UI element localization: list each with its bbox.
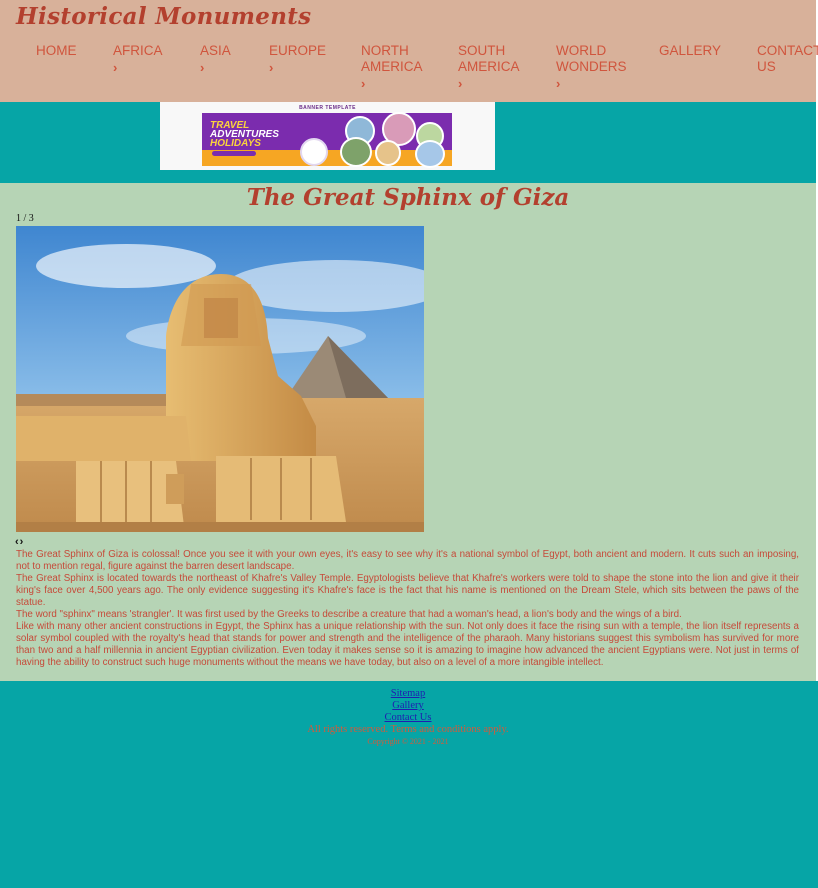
- article-paragraph: The word "sphinx" means 'strangler'. It …: [16, 609, 682, 620]
- nav-contact-us[interactable]: CONTACT US: [757, 43, 818, 75]
- nav-africa[interactable]: AFRICA ›: [113, 43, 163, 76]
- sphinx-photo: [16, 226, 424, 532]
- article-paragraph: The Great Sphinx of Giza is colossal! On…: [16, 549, 799, 572]
- footer-copyright: Copyright © 2021 - 2021: [367, 737, 449, 746]
- nav-south-america[interactable]: SOUTH AMERICA ›: [458, 43, 528, 92]
- banner-tag: BANNER TEMPLATE: [299, 105, 356, 111]
- nav-gallery[interactable]: GALLERY: [659, 43, 721, 59]
- next-slide-button[interactable]: ›: [20, 536, 25, 548]
- nav-europe-label: EUROPE: [269, 43, 327, 58]
- chevron-right-icon: ›: [200, 60, 205, 75]
- banner-photo-circle: [375, 140, 401, 166]
- ad-band: BANNER TEMPLATE TRAVEL ADVENTURES HOLIDA…: [0, 102, 818, 183]
- nav-africa-label: AFRICA: [113, 43, 163, 58]
- banner-cta-pill: [212, 151, 256, 156]
- banner-booking-circle: [300, 138, 328, 166]
- site-logo[interactable]: Historical Monuments: [16, 3, 311, 30]
- site-footer: Sitemap Gallery Contact Us All rights re…: [0, 688, 816, 748]
- nav-contact-us-label: CONTACT US: [757, 43, 818, 74]
- article-paragraph: Like with many other ancient constructio…: [16, 621, 799, 668]
- article-paragraph: The Great Sphinx is located towards the …: [16, 573, 799, 608]
- page-title: The Great Sphinx of Giza: [246, 184, 570, 211]
- chevron-right-icon: ›: [113, 60, 118, 75]
- footer-sitemap-link[interactable]: Sitemap: [0, 688, 816, 700]
- footer-gallery-link[interactable]: Gallery: [0, 700, 816, 712]
- nav-world-wonders[interactable]: WORLD WONDERS ›: [556, 43, 627, 92]
- slide-controls: ‹›: [15, 536, 24, 548]
- chevron-right-icon: ›: [458, 76, 463, 91]
- banner-photo-circle: [415, 140, 445, 168]
- nav-asia[interactable]: ASIA ›: [200, 43, 231, 76]
- nav-gallery-label: GALLERY: [659, 43, 722, 58]
- nav-world-wonders-label: WORLD WONDERS: [556, 43, 627, 74]
- nav-south-america-label: SOUTH AMERICA: [458, 43, 520, 74]
- nav-north-america[interactable]: NORTH AMERICA ›: [361, 43, 431, 92]
- banner-photo-circle: [340, 137, 372, 167]
- nav-home-label: HOME: [36, 43, 77, 58]
- nav-asia-label: ASIA: [200, 43, 231, 58]
- main-content: The Great Sphinx of Giza 1 / 3 ‹› The Gr…: [0, 183, 818, 681]
- travel-ad-banner[interactable]: BANNER TEMPLATE TRAVEL ADVENTURES HOLIDA…: [160, 102, 495, 170]
- chevron-right-icon: ›: [269, 60, 274, 75]
- slide-counter: 1 / 3: [16, 213, 34, 224]
- footer-rights: All rights reserved. Terms and condition…: [307, 724, 509, 735]
- footer-contact-link[interactable]: Contact Us: [0, 712, 816, 724]
- chevron-right-icon: ›: [361, 76, 366, 91]
- nav-north-america-label: NORTH AMERICA: [361, 43, 423, 74]
- banner-line-3: HOLIDAYS: [210, 138, 261, 149]
- chevron-right-icon: ›: [556, 76, 561, 91]
- site-header: Historical Monuments HOME AFRICA › ASIA …: [0, 0, 818, 102]
- banner-headline: TRAVEL ADVENTURES HOLIDAYS: [210, 121, 279, 149]
- article-body: The Great Sphinx of Giza is colossal! On…: [16, 549, 799, 669]
- nav-europe[interactable]: EUROPE ›: [269, 43, 326, 76]
- nav-home[interactable]: HOME: [36, 43, 77, 59]
